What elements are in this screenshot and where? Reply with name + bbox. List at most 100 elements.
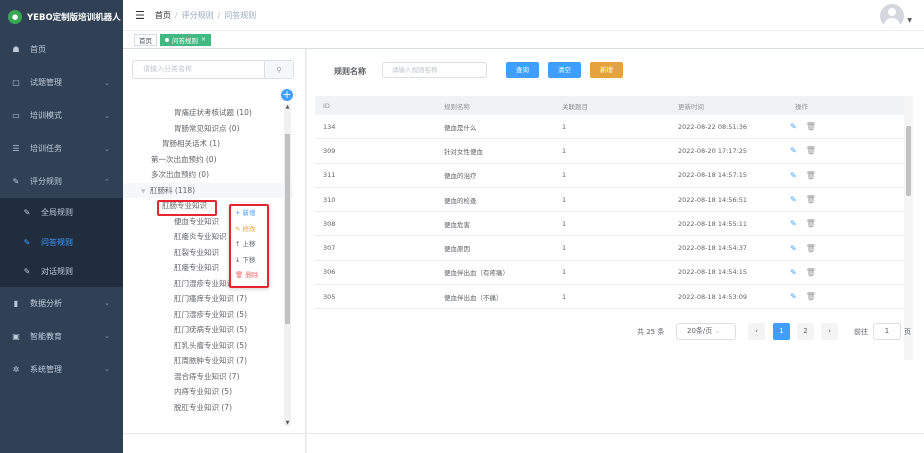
tag-qa-rules[interactable]: 问答规则 ×	[160, 33, 212, 46]
tree-node[interactable]: 多次出血预约 (0)	[123, 167, 293, 183]
tree-node[interactable]: 脱肛专业知识 (7)	[123, 400, 293, 416]
sidebar-item-data-analysis[interactable]: ▮ 数据分析 ⌄	[0, 287, 123, 320]
prev-page-button[interactable]: ‹	[748, 323, 765, 340]
context-add[interactable]: + 新增	[231, 206, 267, 222]
scroll-thumb[interactable]	[285, 134, 290, 324]
caret-down-icon[interactable]: ▼	[907, 17, 912, 24]
category-search: 请输入分类名称 ⚲	[132, 60, 294, 79]
tags-view: 首页 问答规则 ×	[123, 31, 924, 49]
table-scrollbar[interactable]	[904, 96, 913, 360]
edit-icon: ✎	[12, 177, 20, 186]
col-updated: 更新时间	[678, 102, 704, 111]
context-move-down[interactable]: ↓ 下移	[231, 253, 267, 269]
dashboard-icon: ☗	[12, 45, 20, 54]
table-row: 305 便血伴出血（不痛） 1 2022-08-18 14:53:09 ✎ 🗑	[315, 285, 913, 310]
tree-node[interactable]: 肛乳头瘤专业知识 (5)	[123, 338, 293, 354]
context-move-up[interactable]: ↑ 上移	[231, 237, 267, 253]
tree-node[interactable]: 胃肠相关话术 (1)	[123, 136, 293, 152]
edit-icon[interactable]: ✎	[790, 292, 797, 301]
sidebar-item-smart-education[interactable]: ▣ 智能教育 ⌄	[0, 320, 123, 353]
arrow-down-icon[interactable]: ▼	[284, 420, 291, 426]
trash-icon[interactable]: 🗑	[806, 292, 816, 301]
table-row: 311 便血的治疗 1 2022-08-18 14:57:15 ✎ 🗑	[315, 164, 913, 188]
chevron-down-icon: ⌄	[104, 365, 110, 373]
edit-icon[interactable]: ✎	[790, 268, 797, 277]
tree-node[interactable]: 胃肠常见知识点 (0)	[123, 121, 293, 137]
category-search-input[interactable]: 请输入分类名称	[133, 61, 264, 78]
gear-icon: ✲	[12, 364, 20, 374]
dot-icon	[165, 37, 169, 42]
edit-icon[interactable]: ✎	[790, 122, 797, 131]
trash-icon[interactable]: 🗑	[806, 171, 816, 180]
hamburger-icon[interactable]: ☰	[135, 9, 145, 22]
tree-scrollbar[interactable]: ▲ ▼	[284, 104, 291, 426]
trash-icon[interactable]: 🗑	[806, 244, 816, 253]
tree-node[interactable]: 肛门瘙痒专业知识 (7)	[123, 291, 293, 307]
tree-node-anorectal[interactable]: ▼ 肛肠科 (118)	[123, 182, 293, 198]
chevron-up-icon: ⌃	[104, 177, 110, 186]
trash-icon[interactable]: 🗑	[806, 122, 816, 131]
edit-icon[interactable]: ✎	[790, 244, 797, 253]
sidebar-item-qa-rules[interactable]: ✎ 问答规则	[0, 228, 123, 258]
sidebar-item-training-mode[interactable]: ▭ 培训模式 ⌄	[0, 99, 123, 132]
col-related: 关联题目	[562, 102, 588, 111]
trash-icon[interactable]: 🗑	[806, 195, 816, 204]
sidebar-item-scoring-rules[interactable]: ✎ 评分规则 ⌃	[0, 165, 123, 198]
page-size-select[interactable]: 20条/页 ⌄	[676, 323, 736, 340]
context-delete[interactable]: 🗑 删除	[231, 268, 267, 284]
trash-icon[interactable]: 🗑	[806, 219, 816, 228]
reset-button[interactable]: 清空	[548, 62, 581, 78]
add-category-button[interactable]: +	[281, 89, 293, 101]
add-button[interactable]: 新增	[590, 62, 623, 78]
tree-node[interactable]: 胃痛症状考核试题 (10)	[123, 105, 293, 121]
page-2-button[interactable]: 2	[797, 323, 814, 340]
tree-node[interactable]: 内痔专业知识 (5)	[123, 384, 293, 400]
pagination: 共 25 条 20条/页 ⌄ ‹ 1 2 › 前往 1 页	[307, 323, 924, 341]
monitor-icon: ▭	[12, 111, 20, 120]
sidebar-item-global-rules[interactable]: ✎ 全局规则	[0, 198, 123, 228]
chevron-down-icon: ⌄	[104, 332, 110, 340]
edit-icon[interactable]: ✎	[790, 195, 797, 204]
rule-name-label: 规则名称	[334, 67, 366, 76]
sidebar: ● YEBO定制版培训机器人 ☗ 首页 ▢ 试题管理 ⌄ ▭ 培训模式 ⌄ ☰ 培训任务 ⌄ ✎…	[0, 0, 123, 453]
sidebar-item-home[interactable]: ☗ 首页	[0, 33, 123, 66]
table-row: 134 便血是什么 1 2022-08-22 08:51:36 ✎ 🗑	[315, 115, 913, 140]
edit-icon[interactable]: ✎	[790, 146, 797, 155]
page-unit-label: 页	[904, 328, 911, 336]
page-1-button[interactable]: 1	[773, 323, 790, 340]
arrow-up-icon[interactable]: ▲	[284, 104, 291, 110]
highlight-box	[157, 200, 217, 216]
search-icon[interactable]: ⚲	[264, 61, 293, 78]
caret-down-icon: ▼	[141, 187, 146, 195]
goto-input[interactable]: 1	[873, 323, 901, 340]
tree-node[interactable]: 肛周脓肿专业知识 (7)	[123, 353, 293, 369]
edit-icon[interactable]: ✎	[790, 219, 797, 228]
rule-name-input[interactable]: 请输入规则名称	[382, 62, 487, 78]
trash-icon[interactable]: 🗑	[806, 268, 816, 277]
sidebar-item-system[interactable]: ✲ 系统管理 ⌄	[0, 353, 123, 386]
next-page-button[interactable]: ›	[821, 323, 838, 340]
chevron-down-icon: ⌄	[714, 327, 721, 335]
search-button[interactable]: 查询	[506, 62, 539, 78]
avatar[interactable]	[880, 4, 904, 28]
tree-node[interactable]: 混合痔专业知识 (7)	[123, 369, 293, 385]
edit-icon: ✎	[23, 267, 31, 277]
tree-node[interactable]: 肛门疣病专业知识 (5)	[123, 322, 293, 338]
goto-label: 前往	[854, 328, 868, 336]
tree-node[interactable]: 肛门湿疹专业知识 (5)	[123, 307, 293, 323]
chevron-down-icon: ⌄	[104, 111, 110, 120]
scroll-thumb[interactable]	[906, 126, 911, 196]
sidebar-item-questions[interactable]: ▢ 试题管理 ⌄	[0, 66, 123, 99]
trash-icon[interactable]: 🗑	[806, 146, 816, 155]
close-icon[interactable]: ×	[201, 36, 206, 43]
table-row: 309 针对女性便血 1 2022-08-20 17:17:25 ✎ 🗑	[315, 139, 913, 164]
breadcrumb-home[interactable]: 首页	[155, 11, 171, 20]
edit-icon: ✎	[23, 208, 31, 218]
main-panel: 规则名称 请输入规则名称 查询 清空 新增 ID 规则名称 关联题目 更新时间 …	[307, 49, 924, 453]
tree-node[interactable]: 第一次出血预约 (0)	[123, 152, 293, 168]
edit-icon[interactable]: ✎	[790, 171, 797, 180]
sidebar-item-dialog-rules[interactable]: ✎ 对话规则	[0, 257, 123, 287]
context-edit[interactable]: ✎ 修改	[231, 222, 267, 238]
sidebar-item-training-task[interactable]: ☰ 培训任务 ⌄	[0, 132, 123, 165]
tag-home[interactable]: 首页	[134, 33, 157, 46]
